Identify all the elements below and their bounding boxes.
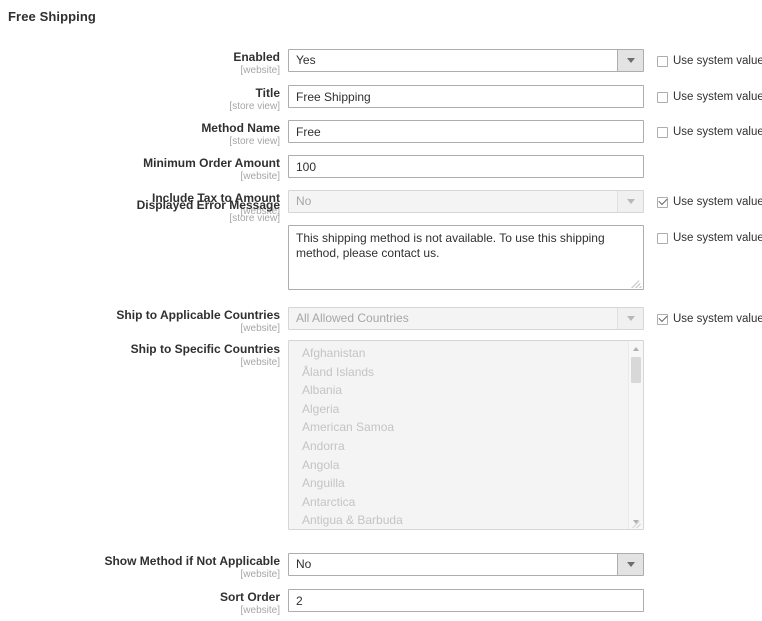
field-control-displayed-error-message: This shipping method is not available. T…: [288, 225, 644, 290]
list-item: Antigua & Barbuda: [302, 513, 403, 528]
field-scope: [website]: [240, 171, 280, 182]
field-scope: [store view]: [229, 101, 280, 112]
field-control-minimum-order-amount: [288, 155, 644, 178]
list-item: Angola: [302, 457, 340, 472]
list-item: Antarctica: [302, 494, 356, 509]
field-label-text: Title: [255, 86, 280, 100]
field-scope: [website]: [240, 65, 280, 76]
show-method-if-not-applicable-select[interactable]: No: [288, 553, 644, 576]
field-label-displayed-error-message: Displayed Error Message [store view]: [60, 199, 280, 225]
field-scope: [website]: [240, 357, 280, 368]
field-control-ship-to-applicable-countries: All Allowed Countries: [288, 307, 644, 330]
field-control-title: [288, 85, 644, 108]
scroll-up-icon[interactable]: [629, 342, 643, 355]
field-label-text: Minimum Order Amount: [143, 156, 280, 170]
use-system-value-enabled[interactable]: Use system value: [657, 55, 762, 67]
minimum-order-amount-input[interactable]: [288, 155, 644, 178]
field-label-enabled: Enabled [website]: [60, 51, 280, 77]
caret-glyph: [626, 58, 635, 63]
page-title: Free Shipping: [8, 9, 96, 24]
field-label-ship-to-applicable-countries: Ship to Applicable Countries [website]: [60, 309, 280, 335]
enabled-select[interactable]: Yes: [288, 49, 644, 72]
field-control-show-method-if-not-applicable: No: [288, 553, 644, 576]
field-label-text: Method Name: [201, 121, 280, 135]
checkbox-icon[interactable]: [657, 91, 668, 103]
field-label-method-name: Method Name [store view]: [60, 122, 280, 148]
field-label-text: Ship to Specific Countries: [130, 342, 280, 356]
chevron-down-icon[interactable]: [617, 554, 643, 575]
chevron-down-icon: [617, 308, 643, 329]
country-option-list: Afghanistan Åland Islands Albania Algeria Am…: [289, 344, 628, 529]
list-item: Åland Islands: [302, 364, 375, 379]
chevron-down-icon[interactable]: [617, 50, 643, 71]
use-system-value-label: Use system value: [673, 126, 762, 138]
use-system-value-include-tax-to-amount[interactable]: Use system value: [657, 196, 762, 208]
field-scope: [store view]: [229, 213, 280, 224]
chevron-down-icon: [617, 191, 643, 212]
use-system-value-label: Use system value: [673, 196, 762, 208]
list-item: Afghanistan: [302, 346, 366, 360]
checkbox-icon[interactable]: [657, 55, 668, 67]
field-scope: [website]: [240, 323, 280, 334]
caret-glyph: [626, 199, 635, 204]
field-scope: [store view]: [229, 136, 280, 147]
resize-handle-icon[interactable]: [631, 277, 642, 288]
field-label-sort-order: Sort Order [website]: [60, 591, 280, 617]
textarea-value: This shipping method is not available. T…: [296, 231, 605, 260]
scrollbar-thumb[interactable]: [631, 357, 641, 383]
field-label-text: Displayed Error Message: [136, 198, 280, 212]
use-system-value-ship-to-applicable-countries[interactable]: Use system value: [657, 313, 762, 325]
field-scope: [website]: [240, 605, 280, 616]
field-label-minimum-order-amount: Minimum Order Amount [website]: [60, 157, 280, 183]
displayed-error-message-textarea[interactable]: This shipping method is not available. T…: [288, 225, 644, 290]
select-value: All Allowed Countries: [296, 311, 409, 325]
list-item: Andorra: [302, 438, 345, 453]
field-control-ship-to-specific-countries: Afghanistan Åland Islands Albania Algeria Am…: [288, 340, 644, 530]
checkbox-icon[interactable]: [657, 232, 668, 244]
checkbox-icon[interactable]: [657, 126, 668, 138]
list-item: American Samoa: [302, 420, 395, 435]
field-control-method-name: [288, 120, 644, 143]
ship-to-applicable-countries-select: All Allowed Countries: [288, 307, 644, 330]
title-input[interactable]: [288, 85, 644, 108]
include-tax-to-amount-select: No: [288, 190, 644, 213]
use-system-value-label: Use system value: [673, 232, 762, 244]
resize-handle-icon[interactable]: [632, 518, 642, 528]
field-control-include-tax-to-amount: No: [288, 190, 644, 213]
field-label-show-method-if-not-applicable: Show Method if Not Applicable [website]: [60, 555, 280, 581]
list-item: Anguilla: [302, 476, 345, 491]
field-label-ship-to-specific-countries: Ship to Specific Countries [website]: [60, 343, 280, 369]
field-control-sort-order: [288, 589, 644, 612]
use-system-value-label: Use system value: [673, 91, 762, 103]
use-system-value-method-name[interactable]: Use system value: [657, 126, 762, 138]
list-item: Algeria: [302, 401, 340, 416]
field-label-text: Show Method if Not Applicable: [104, 554, 280, 568]
field-control-enabled: Yes: [288, 49, 644, 72]
checkbox-icon[interactable]: [657, 196, 668, 208]
select-value: No: [296, 194, 312, 208]
select-value: Yes: [296, 53, 316, 67]
field-label-title: Title [store view]: [60, 87, 280, 113]
use-system-value-title[interactable]: Use system value: [657, 91, 762, 103]
use-system-value-label: Use system value: [673, 55, 762, 67]
field-label-text: Sort Order: [219, 590, 280, 604]
select-value: No: [296, 557, 312, 571]
use-system-value-displayed-error-message[interactable]: Use system value: [657, 232, 762, 244]
caret-glyph: [626, 316, 635, 321]
multiselect-scrollbar[interactable]: [628, 341, 643, 529]
field-label-text: Ship to Applicable Countries: [116, 308, 280, 322]
ship-to-specific-countries-multiselect: Afghanistan Åland Islands Albania Algeria Am…: [288, 340, 644, 530]
list-item: Albania: [302, 383, 343, 398]
triangle-up-glyph: [633, 346, 639, 351]
caret-glyph: [626, 562, 635, 567]
field-scope: [website]: [240, 569, 280, 580]
checkbox-icon[interactable]: [657, 313, 668, 325]
use-system-value-label: Use system value: [673, 313, 762, 325]
field-label-text: Enabled: [233, 50, 280, 64]
method-name-input[interactable]: [288, 120, 644, 143]
sort-order-input[interactable]: [288, 589, 644, 612]
